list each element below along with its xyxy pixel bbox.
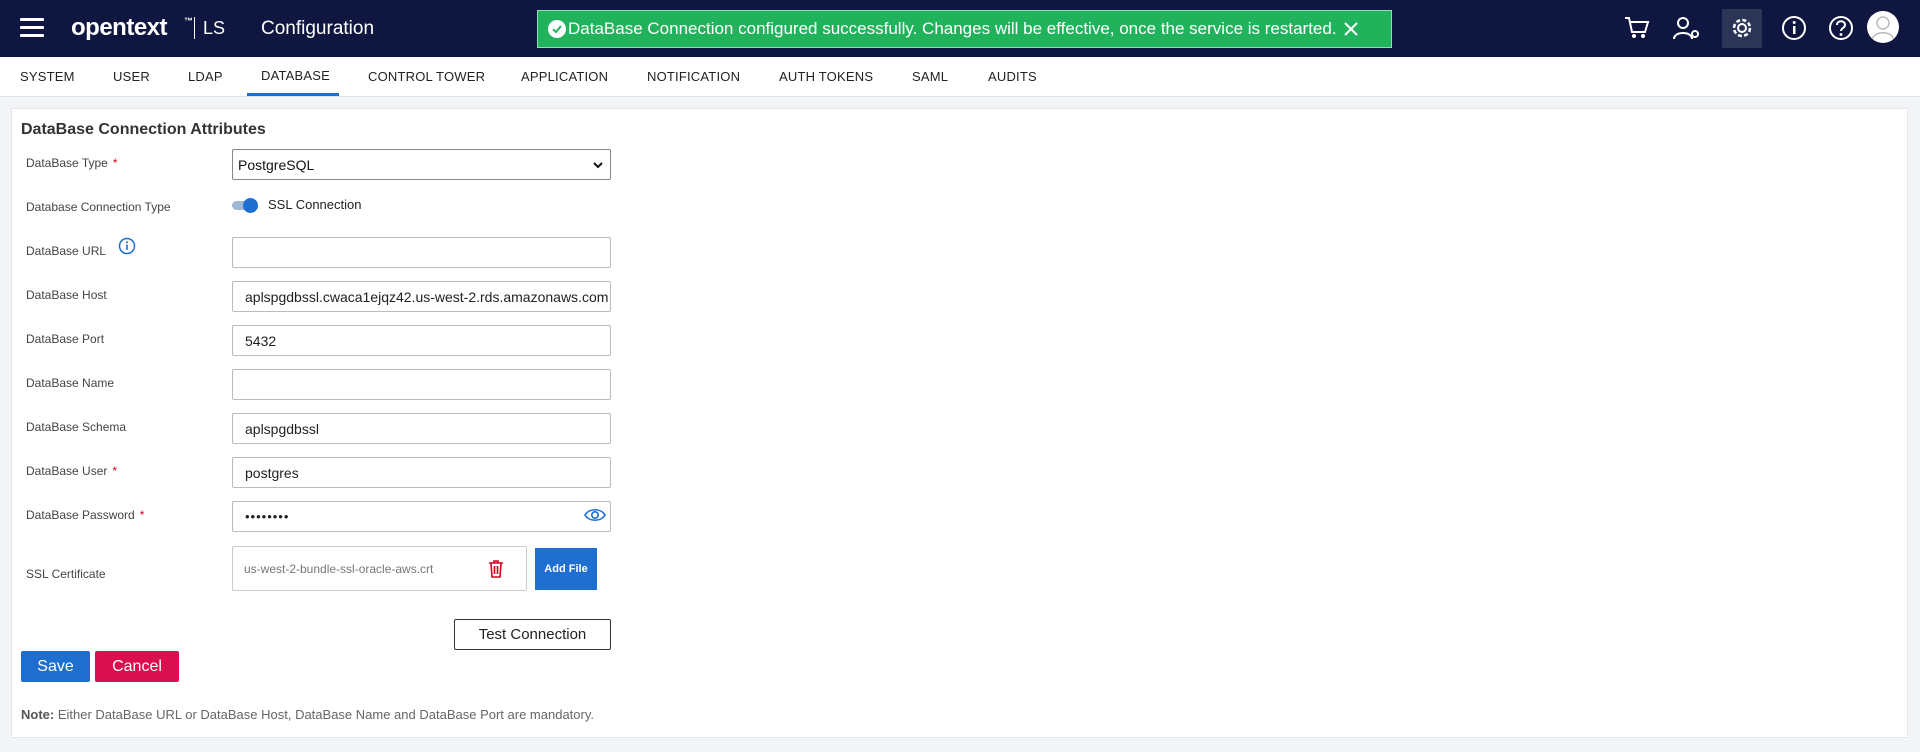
- opentext-logo: opentext: [71, 14, 168, 41]
- save-button[interactable]: Save: [21, 651, 90, 682]
- db-type-select[interactable]: PostgreSQL: [232, 149, 611, 180]
- active-tab-indicator: [247, 93, 339, 96]
- toggle-knob: [243, 198, 258, 213]
- db-user-label: DataBase User *: [26, 464, 118, 478]
- required-mark: *: [112, 464, 118, 478]
- ssl-cert-filename: us-west-2-bundle-ssl-oracle-aws.crt: [244, 562, 434, 576]
- add-file-button[interactable]: Add File: [535, 548, 597, 590]
- chevron-down-icon: [593, 162, 603, 169]
- ssl-toggle[interactable]: [232, 198, 260, 213]
- tab-control-tower[interactable]: CONTROL TOWER: [368, 69, 485, 84]
- db-name-input[interactable]: [232, 369, 611, 400]
- close-icon[interactable]: [1341, 19, 1361, 39]
- db-host-input[interactable]: aplspgdbssl.cwaca1ejqz42.us-west-2.rds.a…: [232, 281, 611, 312]
- db-type-value: PostgreSQL: [238, 156, 315, 173]
- db-name-label: DataBase Name: [26, 376, 115, 390]
- db-type-label: DataBase Type *: [26, 156, 118, 170]
- gear-icon[interactable]: [1727, 13, 1757, 43]
- help-icon[interactable]: [1826, 13, 1856, 43]
- eye-icon[interactable]: [584, 507, 606, 523]
- tab-application[interactable]: APPLICATION: [521, 69, 608, 84]
- mandatory-note: Note: Either DataBase URL or DataBase Ho…: [21, 707, 594, 722]
- connection-type-label: Database Connection Type: [26, 200, 171, 214]
- success-toast: DataBase Connection configured successfu…: [537, 10, 1392, 48]
- top-header: opentext ™ LS Configuration DataBase Con…: [0, 0, 1920, 57]
- trash-icon[interactable]: [487, 559, 505, 579]
- tab-user[interactable]: USER: [113, 69, 150, 84]
- ssl-cert-file-box: us-west-2-bundle-ssl-oracle-aws.crt: [232, 546, 527, 591]
- db-password-input[interactable]: ••••••••: [232, 501, 611, 532]
- check-circle-icon: [548, 20, 566, 38]
- required-mark: *: [139, 508, 145, 522]
- db-schema-input[interactable]: aplspgdbssl: [232, 413, 611, 444]
- ssl-cert-label: SSL Certificate: [26, 567, 106, 581]
- tab-system[interactable]: SYSTEM: [20, 69, 75, 84]
- product-name: LS: [203, 18, 226, 38]
- db-port-label: DataBase Port: [26, 332, 105, 346]
- db-host-label: DataBase Host: [26, 288, 107, 302]
- db-user-input[interactable]: postgres: [232, 457, 611, 488]
- logo-divider: [194, 17, 195, 39]
- required-mark: *: [112, 156, 118, 170]
- tab-database[interactable]: DATABASE: [261, 68, 330, 83]
- config-tabs: SYSTEM USER LDAP DATABASE CONTROL TOWER …: [0, 57, 1920, 97]
- cancel-button[interactable]: Cancel: [95, 651, 179, 682]
- tab-notification[interactable]: NOTIFICATION: [647, 69, 740, 84]
- db-schema-label: DataBase Schema: [26, 420, 127, 434]
- tab-audits[interactable]: AUDITS: [988, 69, 1037, 84]
- tab-ldap[interactable]: LDAP: [188, 69, 223, 84]
- toast-message: DataBase Connection configured successfu…: [568, 19, 1337, 38]
- info-icon[interactable]: [1779, 13, 1809, 43]
- note-prefix: Note:: [21, 707, 55, 722]
- section-title: DataBase Connection Attributes: [21, 121, 266, 138]
- db-password-label: DataBase Password *: [26, 508, 145, 522]
- note-text: Either DataBase URL or DataBase Host, Da…: [54, 707, 594, 722]
- ssl-toggle-label: SSL Connection: [268, 197, 362, 212]
- db-url-label: DataBase URL: [26, 244, 107, 258]
- page-title: Configuration: [261, 18, 375, 39]
- db-url-input[interactable]: [232, 237, 611, 268]
- user-settings-icon[interactable]: [1672, 13, 1702, 43]
- avatar[interactable]: [1867, 11, 1899, 43]
- menu-icon[interactable]: [20, 18, 44, 38]
- logo-trademark: ™: [184, 16, 193, 26]
- test-connection-button[interactable]: Test Connection: [454, 619, 611, 650]
- info-icon[interactable]: [118, 237, 136, 255]
- tab-auth-tokens[interactable]: AUTH TOKENS: [779, 69, 873, 84]
- db-port-input[interactable]: 5432: [232, 325, 611, 356]
- cart-icon[interactable]: [1622, 13, 1652, 43]
- tab-saml[interactable]: SAML: [912, 69, 948, 84]
